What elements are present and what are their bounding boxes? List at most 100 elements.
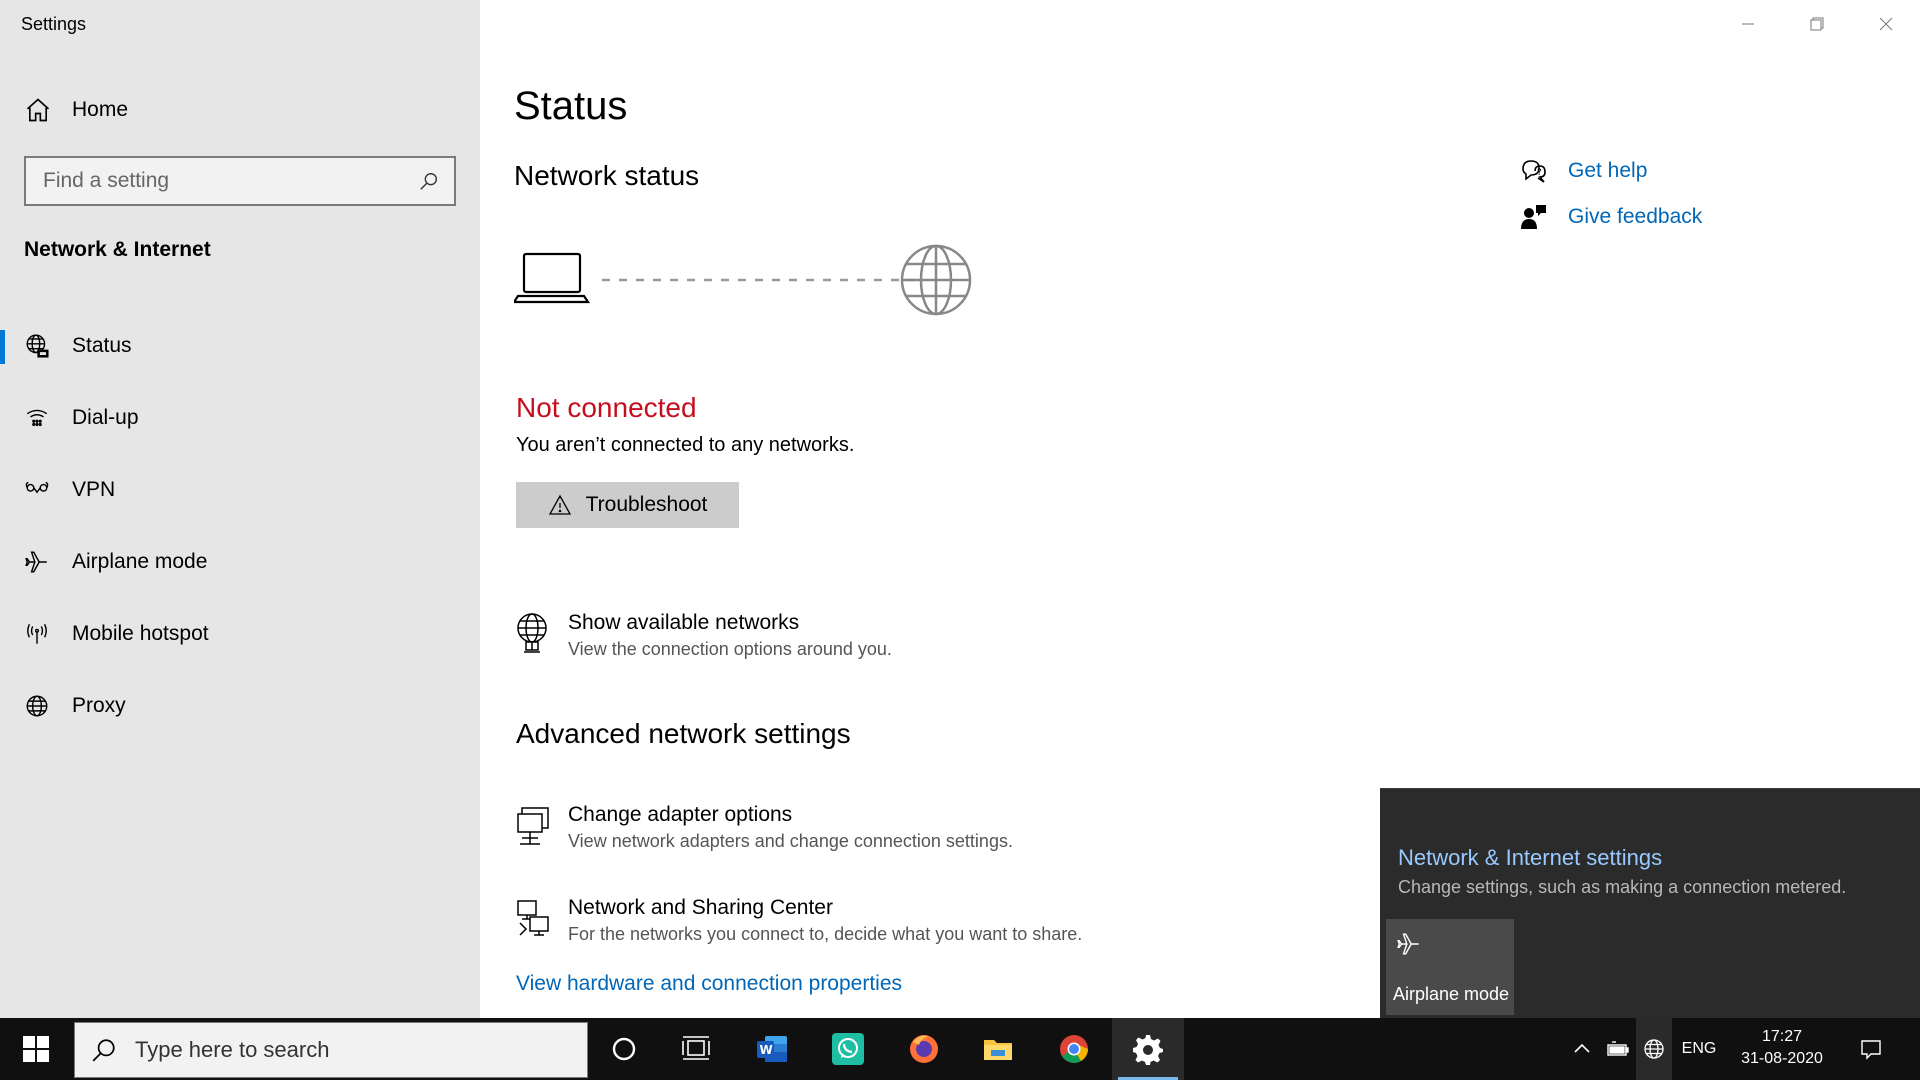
troubleshoot-label: Troubleshoot [585,493,708,516]
flyout-settings-link[interactable]: Network & Internet settings [1398,845,1662,871]
minimize-button[interactable] [1713,0,1782,48]
whatsapp-icon [832,1033,864,1065]
sidebar: Settings Home Network & Internet Status … [0,0,480,1018]
cortana-button[interactable] [588,1018,660,1080]
close-icon [1879,17,1892,31]
airplane-icon [1397,933,1419,955]
taskbar: W [0,1018,1920,1080]
globe-icon [26,695,48,717]
chevron-up-icon [1574,1043,1590,1053]
word-icon: W [757,1036,787,1062]
app-title: Settings [21,14,87,34]
give-feedback-link[interactable]: Give feedback [1520,194,1702,240]
show-networks-title: Show available networks [568,611,800,634]
section-title: Network & Internet [24,238,211,261]
task-view-button[interactable] [660,1018,732,1080]
windows-logo-icon [23,1036,49,1062]
view-hardware-link[interactable]: View hardware and connection properties [516,972,902,996]
home-label: Home [72,98,129,121]
network-sharing-center[interactable]: Network and Sharing Center For the netwo… [514,895,1082,947]
sidebar-item-label: VPN [72,478,116,501]
sidebar-item-label: Airplane mode [72,550,208,573]
network-tray-button[interactable] [1636,1018,1672,1080]
get-help-label: Get help [1568,159,1648,182]
clock[interactable]: 17:27 31-08-2020 [1730,1026,1834,1070]
folder-icon [984,1040,1012,1060]
home-button[interactable]: Home [24,92,128,128]
notification-icon [1861,1040,1881,1060]
file-explorer-button[interactable] [962,1018,1034,1080]
sharing-subtitle: For the networks you connect to, decide … [568,924,1083,944]
sidebar-item-status[interactable]: Status [0,310,480,382]
home-icon [26,98,50,122]
warning-icon [548,494,571,515]
task-view-icon [682,1036,710,1060]
battery-icon [1607,1041,1629,1056]
close-button[interactable] [1851,0,1920,48]
search-icon [92,1039,115,1062]
network-diagram [514,244,972,316]
troubleshoot-button[interactable]: Troubleshoot [516,482,739,528]
feedback-icon [1521,205,1546,229]
sidebar-item-dialup[interactable]: Dial-up [0,382,480,454]
show-available-networks[interactable]: Show available networks View the connect… [514,610,892,662]
battery-button[interactable] [1602,1018,1634,1080]
sidebar-item-mobile-hotspot[interactable]: Mobile hotspot [0,598,480,670]
network-flyout: Network & Internet settings Change setti… [1380,788,1920,1018]
sidebar-item-label: Mobile hotspot [72,622,209,645]
sidebar-nav: Status Dial-up VPN Airplane mode Mobile … [0,310,480,742]
hotspot-icon [27,623,47,644]
internet-globe-icon [900,244,972,316]
gear-icon [1133,1035,1163,1065]
chrome-app-button[interactable] [1038,1018,1110,1080]
page-title: Status [514,84,628,128]
show-hidden-icons-button[interactable] [1568,1018,1596,1080]
help-chat-icon: ? [1522,160,1546,183]
network-globe-icon [517,613,547,653]
minimize-icon [1741,23,1754,25]
window-controls [1713,0,1920,48]
taskbar-search[interactable] [74,1022,588,1078]
start-button[interactable] [0,1018,72,1080]
advanced-settings-title: Advanced network settings [516,718,851,749]
globe-network-icon [26,334,49,358]
adapter-title: Change adapter options [568,803,793,826]
firefox-app-button[interactable] [888,1018,960,1080]
sidebar-item-proxy[interactable]: Proxy [0,670,480,742]
find-setting-input[interactable] [43,169,418,193]
svg-text:W: W [760,1043,773,1057]
adapter-subtitle: View network adapters and change connect… [568,831,1013,851]
restore-button[interactable] [1782,0,1851,48]
whatsapp-app-button[interactable] [812,1018,884,1080]
clock-date: 31-08-2020 [1741,1050,1823,1067]
action-center-button[interactable] [1852,1018,1890,1080]
sharing-center-icon [517,900,549,936]
taskbar-search-input[interactable] [135,1037,587,1063]
show-networks-subtitle: View the connection options around you. [568,639,892,659]
settings-app-button[interactable] [1112,1018,1184,1080]
airplane-tile-label: Airplane mode [1393,984,1510,1004]
airplane-mode-tile[interactable]: Airplane mode [1386,919,1514,1015]
sidebar-item-vpn[interactable]: VPN [0,454,480,526]
input-language-button[interactable]: ENG [1676,1018,1722,1080]
vpn-icon [25,481,49,494]
network-globe-icon [1644,1039,1664,1059]
get-help-link[interactable]: ? Get help [1520,148,1702,194]
sidebar-item-label: Status [72,334,132,357]
connection-status-heading: Not connected [516,392,697,423]
change-adapter-options[interactable]: Change adapter options View network adap… [514,802,1013,854]
sidebar-item-label: Dial-up [72,406,139,429]
search-icon[interactable] [418,170,440,192]
sidebar-item-airplane-mode[interactable]: Airplane mode [0,526,480,598]
help-links: ? Get help Give feedback [1520,148,1702,240]
find-setting-search[interactable] [24,156,456,206]
word-app-button[interactable]: W [736,1018,808,1080]
cortana-icon [612,1037,636,1061]
dialup-icon [26,409,48,427]
airplane-icon [25,551,47,573]
firefox-icon [910,1035,938,1063]
sharing-title: Network and Sharing Center [568,896,833,919]
connection-status-text: You aren’t connected to any networks. [516,434,855,456]
clock-time: 17:27 [1761,1028,1803,1045]
sidebar-item-label: Proxy [72,694,126,717]
